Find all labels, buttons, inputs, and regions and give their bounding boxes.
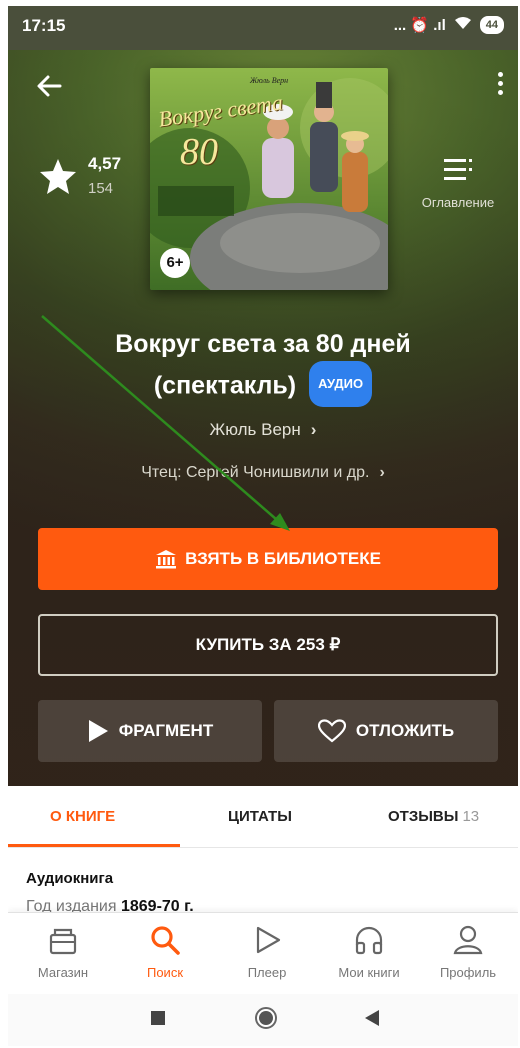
system-navigation-bar	[8, 994, 518, 1046]
back-system-icon[interactable]	[364, 1009, 380, 1027]
search-icon	[151, 926, 180, 955]
toc-label: Оглавление	[421, 195, 495, 210]
postpone-label: ОТЛОЖИТЬ	[355, 721, 455, 740]
chevron-right-icon: ›	[310, 420, 317, 439]
active-tab-indicator	[8, 844, 180, 847]
tab-quotes-label: ЦИТАТЫ	[228, 808, 292, 825]
book-cover[interactable]: Жюль Верн Вокруг света 80 6+	[150, 68, 388, 290]
shop-icon	[49, 928, 77, 955]
fragment-button[interactable]: ФРАГМЕНТ	[38, 700, 262, 762]
tab-reviews-label: ОТЗЫВЫ	[388, 808, 459, 825]
nav-item-search[interactable]: Поиск	[115, 923, 215, 980]
fragment-label: ФРАГМЕНТ	[118, 721, 214, 740]
rating-block[interactable]: 4,57 154	[38, 154, 121, 197]
recents-icon[interactable]	[150, 1010, 166, 1026]
postpone-button[interactable]: ОТЛОЖИТЬ	[274, 700, 498, 762]
table-of-contents-button[interactable]: Оглавление	[412, 156, 504, 210]
battery-icon: 44	[479, 16, 504, 34]
audio-badge: АУДИО	[309, 361, 373, 407]
book-kind: Аудиокнига	[26, 870, 114, 887]
chevron-right-icon: ›	[379, 464, 385, 481]
back-button[interactable]	[32, 68, 68, 104]
buy-label: КУПИТЬ ЗА 253 ₽	[195, 635, 341, 654]
take-from-library-label: ВЗЯТЬ В БИБЛИОТЕКЕ	[185, 549, 381, 568]
cover-author: Жюль Верн	[249, 76, 289, 85]
cover-number: 80	[180, 131, 218, 173]
nav-item-player[interactable]: Плеер	[217, 923, 317, 980]
status-time: 17:15	[22, 16, 66, 35]
annotation-arrow	[41, 315, 290, 531]
headphones-icon	[355, 926, 383, 955]
profile-icon	[453, 925, 483, 955]
list-icon	[444, 159, 472, 180]
wifi-icon	[454, 16, 472, 34]
tab-quotes[interactable]: ЦИТАТЫ	[228, 808, 292, 825]
arrow-left-icon	[37, 75, 62, 97]
tab-about[interactable]: О КНИГЕ	[50, 808, 115, 825]
signal-icons: ... ⏰ .ıl	[393, 17, 446, 34]
book-tabs: О КНИГЕ ЦИТАТЫ ОТЗЫВЫ 13	[8, 786, 518, 848]
tab-reviews[interactable]: ОТЗЫВЫ 13	[388, 808, 479, 825]
star-icon	[40, 158, 76, 194]
home-icon[interactable]	[254, 1006, 278, 1030]
rating-count: 154	[88, 180, 114, 197]
about-section: Аудиокнига Год издания 1869-70 г.	[8, 848, 518, 918]
tab-about-label: О КНИГЕ	[50, 808, 116, 825]
nav-item-shop[interactable]: Магазин	[13, 923, 113, 980]
more-options-button[interactable]	[488, 68, 512, 108]
reviews-count: 13	[462, 808, 480, 825]
app-screen: 17:15 ... ⏰ .ıl 44 Жюль Верн Вокруг свет…	[8, 6, 518, 1046]
play-icon	[256, 926, 281, 954]
nav-item-profile[interactable]: Профиль	[418, 923, 518, 980]
rating-score: 4,57	[88, 154, 122, 173]
nav-label-search: Поиск	[146, 965, 184, 980]
age-rating-badge: 6+	[160, 248, 190, 278]
nav-item-my-books[interactable]: Мои книги	[319, 923, 419, 980]
bottom-navigation: Магазин Поиск Плеер Мои книги Профиль	[8, 912, 518, 994]
nav-label-shop: Магазин	[37, 965, 89, 980]
nav-label-my-books: Мои книги	[338, 965, 400, 980]
status-icons: ... ⏰ .ıl 44	[394, 16, 504, 34]
status-bar: 17:15 ... ⏰ .ıl 44	[8, 6, 518, 50]
play-icon	[88, 720, 108, 742]
library-icon	[156, 550, 177, 569]
nav-label-profile: Профиль	[439, 965, 497, 980]
buy-button[interactable]: КУПИТЬ ЗА 253 ₽	[38, 614, 498, 676]
nav-label-player: Плеер	[247, 965, 287, 980]
heart-icon	[317, 719, 346, 743]
